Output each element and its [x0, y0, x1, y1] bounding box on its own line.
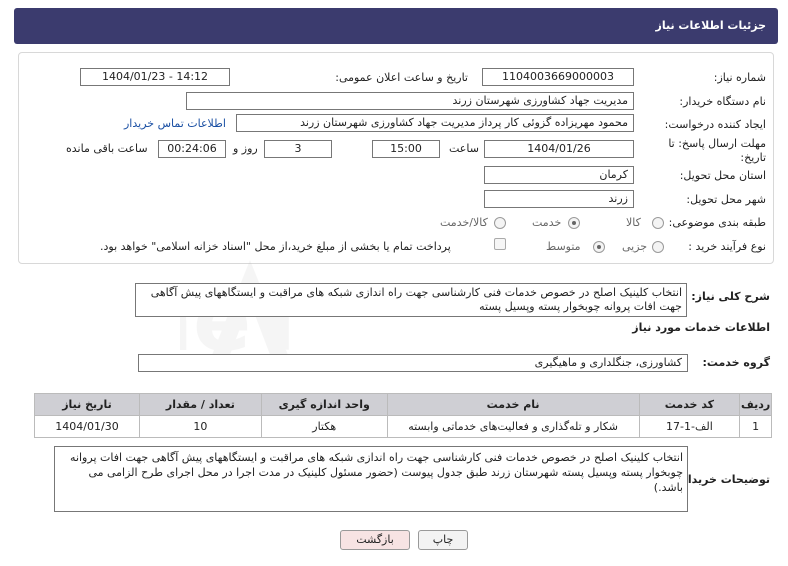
buyer-org-field: مدیریت جهاد کشاورزی شهرستان زرند [186, 92, 634, 110]
remaining-label: ساعت باقی مانده [66, 142, 148, 155]
process-label: نوع فرآیند خرید : [688, 240, 766, 253]
deadline-date-field: 1404/01/26 [484, 140, 634, 158]
cell-name: شکار و تله‌گذاری و فعالیت‌های خدماتی واب… [386, 415, 640, 438]
cell-quantity: 10 [139, 415, 262, 438]
process-radio-minor[interactable] [652, 241, 664, 253]
summary-textarea[interactable]: انتخاب کلینیک اصلح در خصوص خدمات فنی کار… [135, 283, 687, 317]
page-title: جزئیات اطلاعات نیاز [655, 19, 767, 32]
need-number-field: 1104003669000003 [482, 68, 634, 86]
services-section-title: اطلاعات خدمات مورد نیاز [632, 321, 770, 334]
days-label: روز و [233, 142, 258, 155]
process-option-minor: جزیی [622, 240, 648, 253]
category-radio-service[interactable] [568, 217, 580, 229]
back-button[interactable]: بازگشت [340, 530, 410, 550]
col-name: نام خدمت [386, 393, 640, 416]
category-option-goods: کالا [626, 216, 641, 229]
deadline-label: مهلت ارسال پاسخ: تا تاریخ: [668, 137, 766, 164]
category-option-service: خدمت [532, 216, 562, 229]
announce-label: تاریخ و ساعت اعلان عمومی: [335, 71, 468, 84]
col-quantity: تعداد / مقدار [139, 393, 262, 416]
col-row: ردیف [739, 393, 772, 416]
buyer-contact-link[interactable]: اطلاعات تماس خریدار [124, 117, 226, 130]
summary-label: شرح کلی نیاز: [691, 290, 770, 303]
category-radio-goods-service[interactable] [494, 217, 506, 229]
creator-label: ایجاد کننده درخواست: [664, 118, 766, 131]
deadline-time-field: 15:00 [372, 140, 440, 158]
buyer-org-label: نام دستگاه خریدار: [679, 95, 766, 108]
city-label: شهر محل تحویل: [686, 193, 766, 206]
cell-date: 1404/01/30 [34, 415, 140, 438]
cell-unit: هکتار [260, 415, 388, 438]
category-option-goods-service: کالا/خدمت [440, 216, 488, 229]
cell-row: 1 [739, 415, 772, 438]
col-unit: واحد اندازه گیری [260, 393, 388, 416]
table-row[interactable]: 1 الف-1-17 شکار و تله‌گذاری و فعالیت‌های… [34, 415, 772, 438]
col-code: کد خدمت [638, 393, 741, 416]
process-option-medium: متوسط [546, 240, 581, 253]
print-button[interactable]: چاپ [418, 530, 468, 550]
payment-note: پرداخت تمام یا بخشی از مبلغ خرید،از محل … [100, 240, 451, 253]
process-radio-medium[interactable] [593, 241, 605, 253]
cell-code: الف-1-17 [638, 415, 741, 438]
need-number-label: شماره نیاز: [713, 71, 766, 84]
deadline-time-label: ساعت [449, 142, 479, 155]
creator-field: محمود مهریزاده گزوئی کار پرداز مدیریت جه… [236, 114, 634, 132]
col-date: تاریخ نیاز [34, 393, 140, 416]
page-header: جزئیات اطلاعات نیاز [14, 8, 778, 44]
service-group-field: کشاورزی، جنگلداری و ماهیگیری [138, 354, 688, 372]
services-table: ردیف کد خدمت نام خدمت واحد اندازه گیری ت… [34, 393, 772, 438]
announce-field: 1404/01/23 - 14:12 [80, 68, 230, 86]
province-field: کرمان [484, 166, 634, 184]
buyer-notes-textarea[interactable]: انتخاب کلینیک اصلح در خصوص خدمات فنی کار… [54, 446, 688, 512]
category-label: طبقه بندی موضوعی: [668, 216, 766, 229]
treasury-checkbox[interactable] [494, 238, 506, 250]
province-label: استان محل تحویل: [679, 169, 766, 182]
buyer-notes-label: توضیحات خریدار: [677, 473, 770, 486]
category-radio-goods[interactable] [652, 217, 664, 229]
table-header-row: ردیف کد خدمت نام خدمت واحد اندازه گیری ت… [34, 393, 772, 416]
city-field: زرند [484, 190, 634, 208]
service-group-label: گروه خدمت: [702, 356, 770, 369]
days-field: 3 [264, 140, 332, 158]
remaining-time-field: 00:24:06 [158, 140, 226, 158]
